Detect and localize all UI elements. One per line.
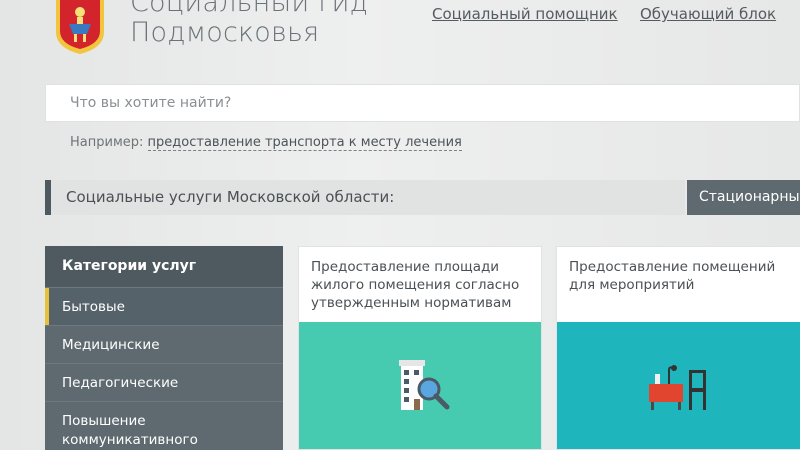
nav-social-helper-link[interactable]: Социальный помощник bbox=[432, 5, 618, 23]
nav-learning-block-link[interactable]: Обучающий блок bbox=[640, 5, 776, 23]
service-card-living-space[interactable]: Предоставление площади жилого помещения … bbox=[298, 246, 542, 450]
categories-sidebar: Категории услуг Бытовые Медицинские Педа… bbox=[45, 246, 283, 450]
sidebar-item-label: Бытовые bbox=[62, 299, 125, 315]
search-example-label: Например: bbox=[70, 135, 144, 150]
search-box bbox=[45, 84, 800, 122]
section-heading-bar: Социальные услуги Московской области: bbox=[45, 180, 685, 215]
sidebar-item-medical[interactable]: Медицинские bbox=[45, 325, 283, 363]
search-example: Например: предоставление транспорта к ме… bbox=[70, 135, 462, 151]
sidebar-item-household[interactable]: Бытовые bbox=[45, 287, 283, 326]
building-search-icon bbox=[399, 360, 450, 410]
service-card-image bbox=[299, 322, 541, 449]
moscow-region-emblem-icon[interactable] bbox=[53, 0, 107, 54]
sidebar-item-label: Повышение коммуникативного bbox=[62, 413, 198, 448]
sidebar-header: Категории услуг bbox=[45, 246, 283, 287]
search-input[interactable] bbox=[46, 85, 770, 121]
site-title-line1: Социальный гид bbox=[130, 0, 369, 18]
tab-stationary[interactable]: Стационарные bbox=[687, 180, 800, 215]
service-card-event-rooms[interactable]: Предоставление помещений для мероприятий bbox=[556, 246, 800, 450]
event-room-icon bbox=[649, 365, 706, 410]
search-example-link[interactable]: предоставление транспорта к месту лечени… bbox=[147, 135, 462, 151]
site-header: Социальный гид Подмосковья Социальный по… bbox=[0, 0, 800, 70]
service-card-image bbox=[557, 322, 800, 449]
site-title: Социальный гид Подмосковья bbox=[130, 0, 368, 48]
sidebar-item-label: Медицинские bbox=[62, 337, 160, 353]
sidebar-item-pedagogical[interactable]: Педагогические bbox=[45, 363, 283, 401]
service-card-title: Предоставление помещений для мероприятий bbox=[569, 259, 776, 293]
section-title: Социальные услуги Московской области: bbox=[66, 188, 395, 206]
service-card-title: Предоставление площади жилого помещения … bbox=[311, 259, 520, 311]
sidebar-item-communicative[interactable]: Повышение коммуникативного bbox=[45, 401, 283, 450]
sidebar-item-label: Педагогические bbox=[62, 375, 179, 391]
site-title-line2: Подмосковья bbox=[130, 17, 320, 48]
